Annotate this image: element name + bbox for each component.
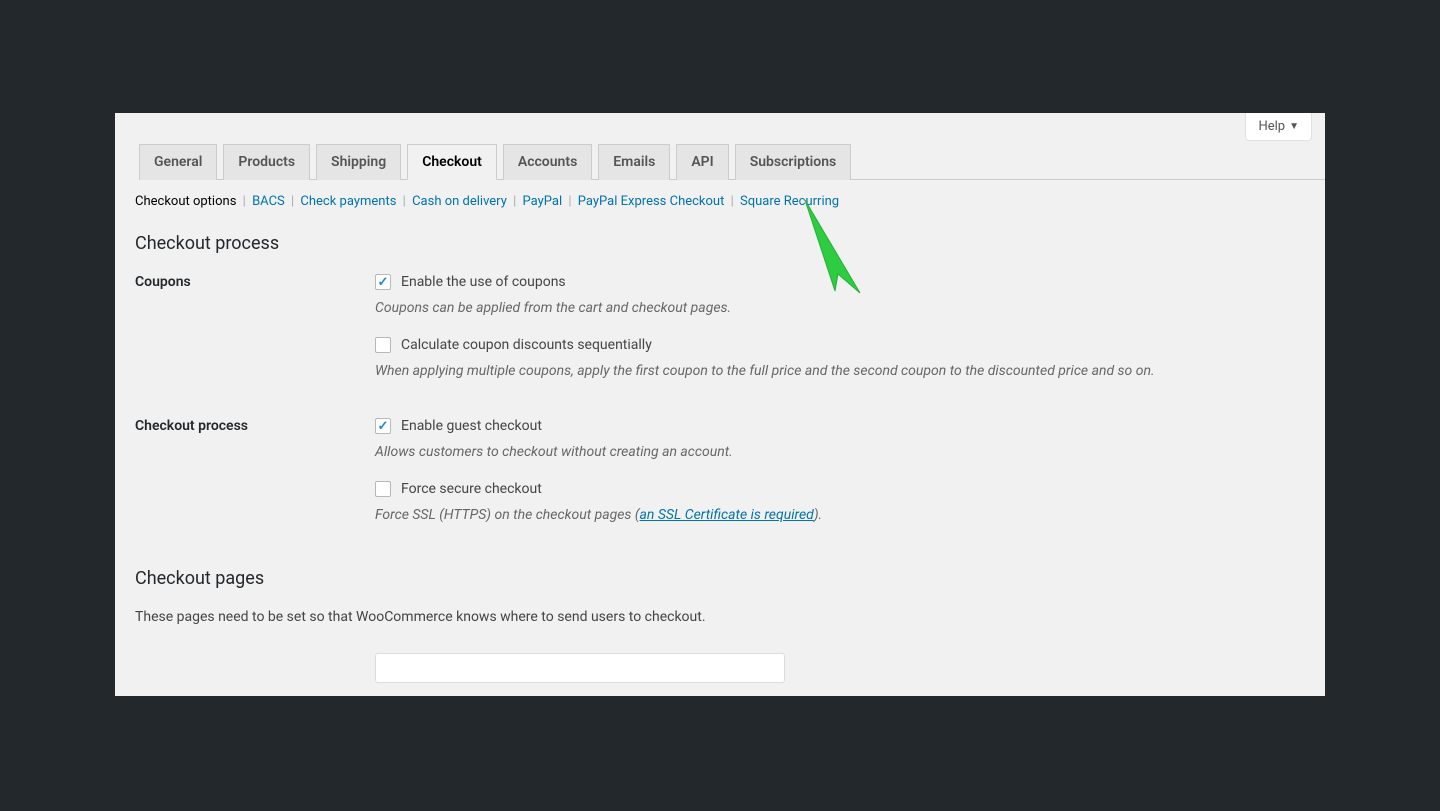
row-checkout-process: Checkout process Enable guest checkout A…: [135, 418, 1305, 544]
checkout-subnav: Checkout options | BACS | Check payments…: [135, 194, 1325, 209]
tab-shipping[interactable]: Shipping: [316, 144, 401, 180]
field-coupons: Enable the use of coupons Coupons can be…: [375, 274, 1305, 400]
tab-checkout[interactable]: Checkout: [407, 144, 497, 180]
checkbox-force-secure-row: Force secure checkout: [375, 481, 1305, 497]
subnav-separator: |: [243, 194, 246, 209]
row-coupons: Coupons Enable the use of coupons Coupon…: [135, 274, 1305, 400]
checkbox-guest-checkout-label: Enable guest checkout: [401, 418, 542, 434]
checkbox-guest-checkout[interactable]: [375, 418, 391, 434]
tab-products[interactable]: Products: [223, 144, 310, 180]
subnav-link-paypal[interactable]: PayPal: [523, 194, 563, 209]
subnav-separator: |: [291, 194, 294, 209]
subnav-separator: |: [731, 194, 734, 209]
checkbox-guest-checkout-row: Enable guest checkout: [375, 418, 1305, 434]
settings-content: Checkout process Coupons Enable the use …: [115, 233, 1325, 683]
subnav-current: Checkout options: [135, 194, 236, 209]
desc-force-secure: Force SSL (HTTPS) on the checkout pages …: [375, 505, 1305, 526]
subnav-link-bacs[interactable]: BACS: [252, 194, 285, 209]
checkbox-sequential-coupons-label: Calculate coupon discounts sequentially: [401, 337, 652, 353]
desc-enable-coupons: Coupons can be applied from the cart and…: [375, 298, 1305, 319]
desc-sequential-coupons: When applying multiple coupons, apply th…: [375, 361, 1305, 382]
section-heading-checkout-pages: Checkout pages: [135, 568, 1305, 589]
link-ssl-required[interactable]: an SSL Certificate is required: [640, 507, 814, 523]
subnav-link-paypal-express[interactable]: PayPal Express Checkout: [578, 194, 725, 209]
subnav-link-check-payments[interactable]: Check payments: [300, 194, 396, 209]
caret-down-icon: ▼: [1289, 121, 1299, 132]
subnav-link-square-recurring[interactable]: Square Recurring: [740, 194, 839, 209]
select-cart-page[interactable]: [375, 653, 785, 683]
checkbox-enable-coupons-label: Enable the use of coupons: [401, 274, 566, 290]
help-dropdown-button[interactable]: Help ▼: [1245, 113, 1312, 141]
checkbox-sequential-coupons[interactable]: [375, 337, 391, 353]
label-coupons: Coupons: [135, 274, 375, 400]
desc-force-secure-post: ).: [814, 507, 822, 523]
tab-api[interactable]: API: [676, 144, 728, 180]
desc-force-secure-pre: Force SSL (HTTPS) on the checkout pages …: [375, 507, 640, 523]
subnav-link-cash-on-delivery[interactable]: Cash on delivery: [412, 194, 507, 209]
subnav-separator: |: [403, 194, 406, 209]
help-label: Help: [1258, 119, 1285, 134]
tab-emails[interactable]: Emails: [598, 144, 670, 180]
checkbox-enable-coupons-row: Enable the use of coupons: [375, 274, 1305, 290]
tab-subscriptions[interactable]: Subscriptions: [735, 144, 852, 180]
desc-guest-checkout: Allows customers to checkout without cre…: [375, 442, 1305, 463]
field-checkout-process: Enable guest checkout Allows customers t…: [375, 418, 1305, 544]
subnav-separator: |: [513, 194, 516, 209]
checkout-pages-intro: These pages need to be set so that WooCo…: [135, 609, 1305, 625]
checkbox-enable-coupons[interactable]: [375, 274, 391, 290]
tab-accounts[interactable]: Accounts: [503, 144, 592, 180]
nav-tabs: General Products Shipping Checkout Accou…: [139, 143, 1325, 180]
subnav-separator: |: [568, 194, 571, 209]
checkbox-force-secure[interactable]: [375, 481, 391, 497]
settings-panel: Help ▼ General Products Shipping Checkou…: [115, 113, 1325, 696]
section-heading-checkout-process: Checkout process: [135, 233, 1305, 254]
checkbox-sequential-coupons-row: Calculate coupon discounts sequentially: [375, 337, 1305, 353]
tab-general[interactable]: General: [139, 144, 217, 180]
label-checkout-process: Checkout process: [135, 418, 375, 544]
checkbox-force-secure-label: Force secure checkout: [401, 481, 542, 497]
